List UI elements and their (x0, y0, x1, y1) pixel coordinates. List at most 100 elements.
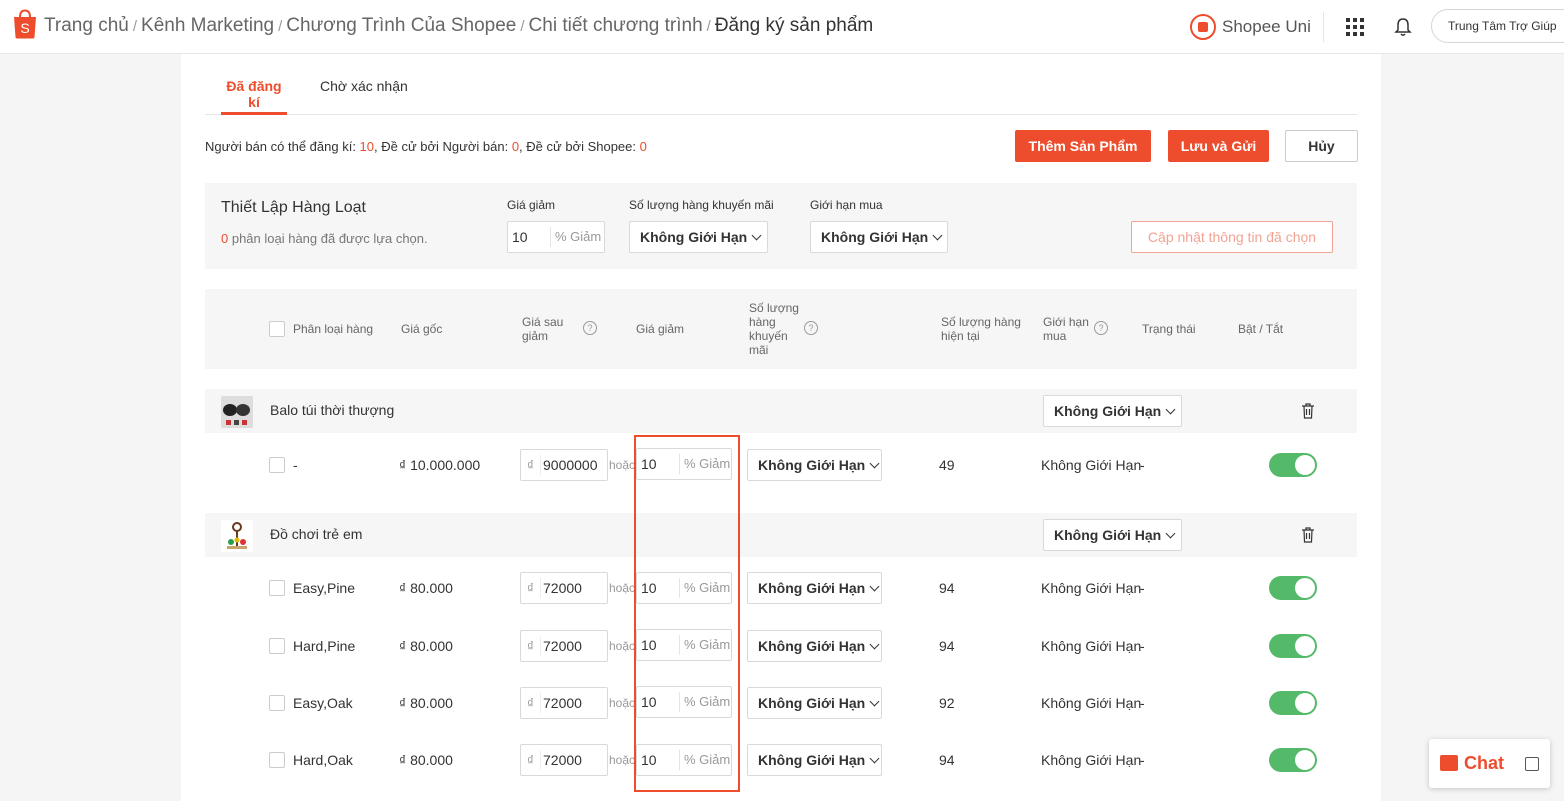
current-stock: 92 (939, 695, 955, 711)
breadcrumb-current: Đăng ký sản phẩm (714, 15, 874, 36)
breadcrumb: Trang chủ / Kênh Marketing / Chương Trình Củ… (44, 15, 873, 37)
top-header: S Trang chủ / Kênh Marketing / Chương Trình … (0, 0, 1564, 54)
col-purchase-limit: Giới hạn mua (1043, 315, 1089, 343)
help-icon[interactable]: ? (583, 321, 597, 335)
update-selected-button[interactable]: Cập nhật thông tin đã chọn (1131, 221, 1333, 253)
promo-qty-value: Không Giới Hạn (758, 580, 866, 596)
status-value: - (1140, 752, 1145, 768)
bulk-setup-panel: Thiết Lập Hàng Loạt 0 phân loại hàng đã … (205, 183, 1357, 269)
bulk-limit-select[interactable]: Không Giới Hạn (810, 221, 948, 253)
breadcrumb-home[interactable]: Trang chủ (44, 15, 129, 36)
bulk-discount-input[interactable]: 10 % Giảm (507, 221, 605, 253)
shopee-uni-icon (1190, 14, 1216, 40)
col-promo-qty: Số lượng hàng khuyến mãi (749, 301, 799, 357)
shopee-uni-link[interactable]: Shopee Uni (1190, 13, 1311, 41)
breadcrumb-separator: / (520, 18, 525, 35)
status-value: - (1140, 457, 1145, 473)
shopee-logo-icon[interactable]: S (12, 9, 38, 39)
row-checkbox[interactable] (269, 752, 285, 768)
product-group-header: Balo túi thời thượng Không Giới Hạn (205, 389, 1357, 433)
current-stock: 49 (939, 457, 955, 473)
add-product-button[interactable]: Thêm Sản Phẩm (1015, 130, 1151, 162)
status-value: - (1140, 695, 1145, 711)
discounted-price-input[interactable]: ₫ 72000 (520, 630, 608, 662)
enable-toggle[interactable] (1269, 634, 1317, 658)
apps-grid-icon[interactable] (1346, 18, 1364, 36)
chevron-down-icon (869, 639, 880, 650)
quota-value-nominated-seller: 0 (511, 139, 520, 154)
enable-toggle[interactable] (1269, 576, 1317, 600)
trash-icon[interactable] (1301, 403, 1315, 419)
breadcrumb-separator: / (132, 18, 138, 35)
discounted-price-input[interactable]: ₫ 72000 (520, 744, 608, 776)
promo-qty-select[interactable]: Không Giới Hạn (747, 630, 882, 662)
tab-registered[interactable]: Đã đăng kí (221, 78, 287, 115)
status-value: - (1140, 638, 1145, 654)
original-price: ₫ 80.000 (399, 638, 453, 654)
chat-icon (1440, 755, 1458, 771)
currency-symbol: ₫ (521, 636, 541, 656)
svg-text:S: S (20, 20, 29, 36)
bulk-discount-value: 10 (512, 229, 528, 245)
promo-qty-value: Không Giới Hạn (758, 752, 866, 768)
promo-qty-select[interactable]: Không Giới Hạn (747, 449, 882, 481)
discounted-price-input[interactable]: ₫ 72000 (520, 687, 608, 719)
discounted-price-value: 72000 (543, 752, 582, 768)
enable-toggle[interactable] (1269, 453, 1317, 477)
chevron-down-icon (869, 753, 880, 764)
expand-icon[interactable] (1525, 757, 1539, 771)
row-checkbox[interactable] (269, 638, 285, 654)
row-checkbox[interactable] (269, 580, 285, 596)
breadcrumb-program[interactable]: Chương Trình Của Shopee (286, 15, 516, 36)
promo-qty-value: Không Giới Hạn (758, 457, 866, 473)
chevron-down-icon (869, 458, 880, 469)
product-group-header: Đồ chơi trẻ em Không Giới Hạn (205, 513, 1357, 557)
chevron-down-icon (1165, 528, 1176, 539)
breadcrumb-marketing[interactable]: Kênh Marketing (141, 15, 274, 36)
currency-symbol: ₫ (521, 578, 541, 598)
promo-qty-select[interactable]: Không Giới Hạn (747, 687, 882, 719)
quota-label-seller: Người bán có thể đăng kí: (205, 139, 360, 154)
purchase-limit: Không Giới Hạn (1041, 580, 1142, 596)
chat-label: Chat (1464, 753, 1504, 773)
trash-icon[interactable] (1301, 527, 1315, 543)
notification-bell-icon[interactable] (1394, 17, 1412, 37)
enable-toggle[interactable] (1269, 691, 1317, 715)
original-price: ₫ 80.000 (399, 695, 453, 711)
quota-label-nominated-shopee: , Đề cử bởi Shopee: (519, 139, 640, 154)
enable-toggle[interactable] (1269, 748, 1317, 772)
breadcrumb-separator: / (706, 18, 711, 35)
bulk-qty-select[interactable]: Không Giới Hạn (629, 221, 768, 253)
tab-pending[interactable]: Chờ xác nhận (320, 78, 408, 115)
row-checkbox[interactable] (269, 695, 285, 711)
original-price: ₫ 80.000 (399, 752, 453, 768)
save-submit-button[interactable]: Lưu và Gửi (1168, 130, 1269, 162)
or-label: hoặc (609, 753, 636, 767)
breadcrumb-program-detail[interactable]: Chi tiết chương trình (529, 15, 703, 36)
select-all-checkbox[interactable] (269, 321, 285, 337)
currency-symbol: ₫ (521, 455, 541, 475)
help-icon[interactable]: ? (1094, 321, 1108, 335)
tab-bar: Đã đăng kí Chờ xác nhận (205, 66, 1357, 115)
chat-widget[interactable]: Chat (1429, 739, 1550, 788)
group-limit-select[interactable]: Không Giới Hạn (1043, 395, 1182, 427)
status-value: - (1140, 580, 1145, 596)
promo-qty-select[interactable]: Không Giới Hạn (747, 744, 882, 776)
promo-qty-select[interactable]: Không Giới Hạn (747, 572, 882, 604)
discounted-price-value: 72000 (543, 695, 582, 711)
row-checkbox[interactable] (269, 457, 285, 473)
help-icon[interactable]: ? (804, 321, 818, 335)
cancel-button[interactable]: Hủy (1285, 130, 1358, 162)
product-name: Balo túi thời thượng (270, 402, 395, 418)
currency-symbol: ₫ (521, 693, 541, 713)
bulk-limit-label: Giới hạn mua (810, 198, 883, 212)
help-center-button[interactable]: Trung Tâm Trợ Giúp (1431, 9, 1564, 43)
discounted-price-input[interactable]: ₫ 72000 (520, 572, 608, 604)
quota-label-nominated-seller: , Đề cử bởi Người bán: (374, 139, 512, 154)
col-original-price: Giá gốc (401, 322, 443, 336)
group-limit-select[interactable]: Không Giới Hạn (1043, 519, 1182, 551)
header-divider (1323, 12, 1324, 42)
discounted-price-input[interactable]: ₫ 9000000 (520, 449, 608, 481)
purchase-limit: Không Giới Hạn (1041, 695, 1142, 711)
original-price: ₫ 80.000 (399, 580, 453, 596)
